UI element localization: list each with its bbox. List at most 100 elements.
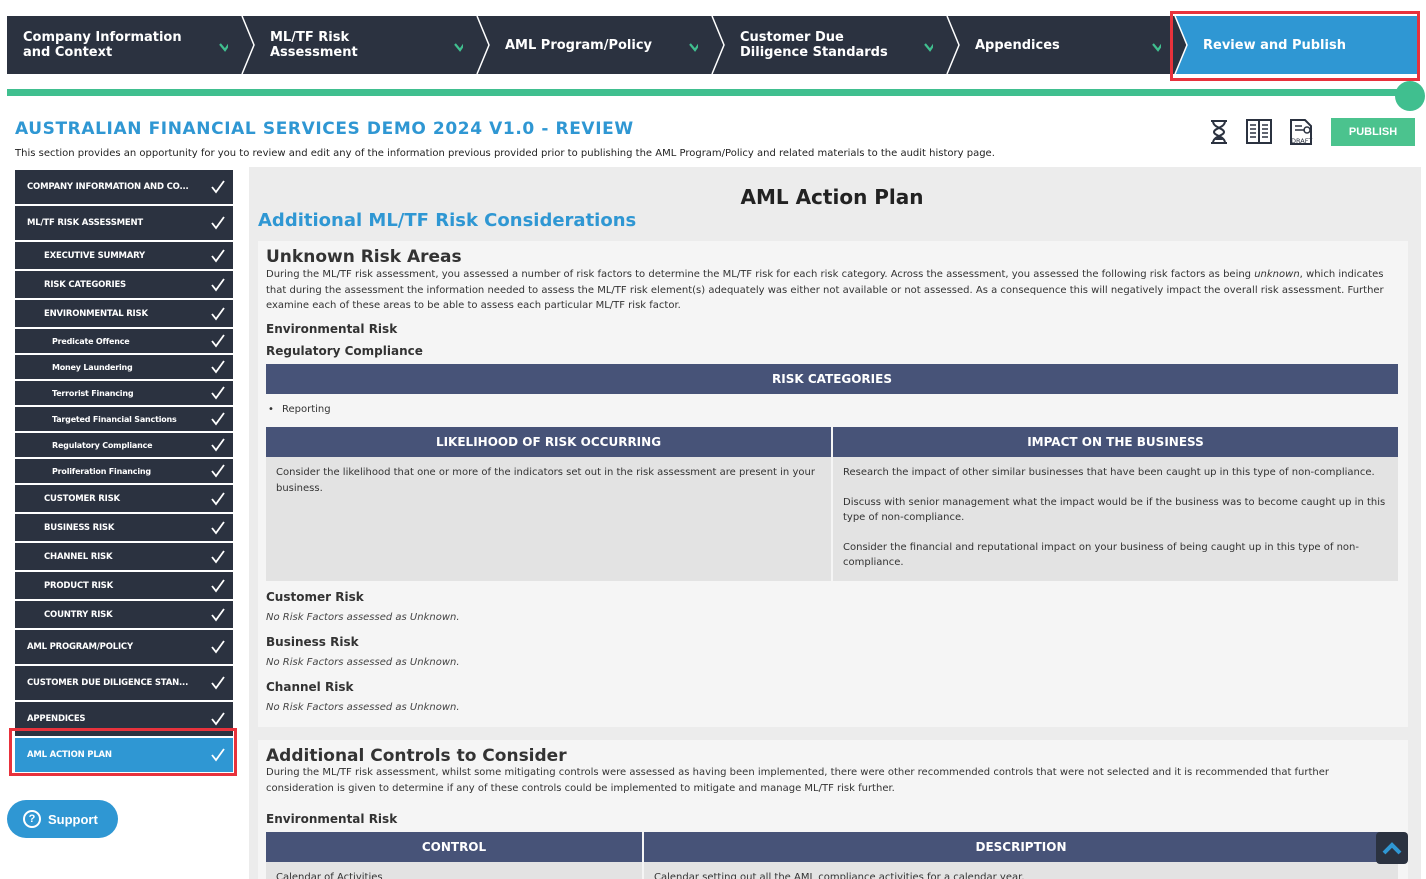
- sidebar-item-label: Predicate Offence: [52, 336, 130, 346]
- step-separator: [933, 16, 961, 74]
- impact-header: IMPACT ON THE BUSINESS: [833, 427, 1398, 457]
- support-button[interactable]: ? Support: [7, 800, 118, 838]
- checkmark-icon: [211, 277, 225, 291]
- checkmark-icon: [211, 334, 225, 348]
- checkmark-icon: [211, 549, 225, 563]
- step-separator: [228, 16, 256, 74]
- sidebar-item-9[interactable]: Targeted Financial Sanctions: [15, 407, 233, 431]
- sidebar-item-label: PRODUCT RISK: [44, 580, 113, 591]
- svg-text:DRAFT: DRAFT: [1291, 137, 1312, 145]
- controls-title: Additional Controls to Consider: [266, 746, 567, 766]
- sidebar-item-label: BUSINESS RISK: [44, 522, 115, 533]
- impact-line-1: Research the impact of other similar bus…: [843, 467, 1375, 478]
- checkmark-icon: [211, 438, 225, 452]
- sidebar-item-12[interactable]: CUSTOMER RISK: [15, 485, 233, 512]
- controls-env-heading: Environmental Risk: [266, 812, 398, 826]
- unknown-risk-title: Unknown Risk Areas: [266, 247, 462, 267]
- channel-risk-heading: Channel Risk: [266, 680, 354, 694]
- sidebar-item-7[interactable]: Money Laundering: [15, 355, 233, 379]
- draft-document-icon[interactable]: DRAFT: [1287, 118, 1315, 146]
- step-label: ML/TF Risk Assessment: [270, 30, 358, 60]
- checkmark-icon: [211, 464, 225, 478]
- sidebar-item-13[interactable]: BUSINESS RISK: [15, 514, 233, 541]
- likelihood-cell: Consider the likelihood that one or more…: [266, 457, 831, 581]
- sidebar-item-3[interactable]: EXECUTIVE SUMMARY: [15, 242, 233, 269]
- step-2[interactable]: ML/TF Risk Assessment: [242, 16, 491, 74]
- main-content: AML Action Plan Additional ML/TF Risk Co…: [249, 167, 1421, 879]
- page-description: This section provides an opportunity for…: [15, 148, 995, 159]
- sidebar-item-18[interactable]: CUSTOMER DUE DILIGENCE STAN...: [15, 666, 233, 700]
- step-5[interactable]: Appendices: [947, 16, 1189, 74]
- hourglass-icon[interactable]: [1205, 118, 1233, 146]
- likelihood-header: LIKELIHOOD OF RISK OCCURRING: [266, 427, 831, 457]
- step-label: AML Program/Policy: [505, 37, 653, 53]
- customer-risk-text: No Risk Factors assessed as Unknown.: [266, 612, 460, 623]
- checkmark-icon: [211, 306, 225, 320]
- risk-categories-header: RISK CATEGORIES: [266, 364, 1398, 394]
- document-title: AML Action Plan: [740, 185, 924, 209]
- sidebar-item-label: RISK CATEGORIES: [44, 279, 126, 290]
- controls-intro: During the ML/TF risk assessment, whilst…: [266, 767, 1330, 794]
- business-risk-heading: Business Risk: [266, 635, 359, 649]
- sidebar-item-label: EXECUTIVE SUMMARY: [44, 250, 145, 261]
- risk-category-item: Reporting: [268, 404, 331, 415]
- sidebar-item-16[interactable]: COUNTRY RISK: [15, 601, 233, 628]
- progress-indicator: [1395, 81, 1425, 111]
- checkmark-icon: [211, 712, 225, 726]
- sidebar-item-11[interactable]: Proliferation Financing: [15, 459, 233, 483]
- sidebar-nav: COMPANY INFORMATION AND CO... ML/TF RISK …: [15, 170, 233, 774]
- step-3[interactable]: AML Program/Policy: [477, 16, 726, 74]
- sidebar-item-8[interactable]: Terrorist Financing: [15, 381, 233, 405]
- active-step-highlight: [1170, 11, 1420, 81]
- sidebar-item-6[interactable]: Predicate Offence: [15, 329, 233, 353]
- sidebar-item-label: CHANNEL RISK: [44, 551, 113, 562]
- control-description-cell: Calendar setting out all the AML complia…: [644, 862, 1398, 879]
- checkmark-icon: [211, 676, 225, 690]
- section-title: Additional ML/TF Risk Considerations: [258, 210, 637, 231]
- sidebar-item-label: AML PROGRAM/POLICY: [27, 642, 133, 652]
- sidebar-item-14[interactable]: CHANNEL RISK: [15, 543, 233, 570]
- sidebar-item-label: CUSTOMER RISK: [44, 493, 120, 504]
- impact-cell: Research the impact of other similar bus…: [833, 457, 1398, 581]
- active-sidebar-highlight: [9, 728, 237, 776]
- checkmark-icon: [211, 607, 225, 621]
- sidebar-item-label: Proliferation Financing: [52, 466, 151, 476]
- step-4[interactable]: Customer Due Diligence Standards: [712, 16, 961, 74]
- control-cell: Calendar of Activities: [266, 862, 642, 879]
- sidebar-item-17[interactable]: AML PROGRAM/POLICY: [15, 630, 233, 664]
- step-1[interactable]: Company Information and Context: [7, 16, 256, 74]
- checkmark-icon: [211, 578, 225, 592]
- sidebar-item-1[interactable]: COMPANY INFORMATION AND CO...: [15, 170, 233, 204]
- sidebar-item-label: CUSTOMER DUE DILIGENCE STAN...: [27, 678, 189, 688]
- help-icon: ?: [23, 810, 41, 828]
- checkmark-icon: [211, 386, 225, 400]
- publish-button[interactable]: PUBLISH: [1331, 118, 1415, 146]
- unknown-risk-card: Unknown Risk Areas During the ML/TF risk…: [258, 241, 1408, 727]
- env-risk-heading: Environmental Risk: [266, 322, 398, 336]
- checkmark-icon: [211, 412, 225, 426]
- progress-bar: [7, 89, 1399, 96]
- unknown-risk-intro: During the ML/TF risk assessment, you as…: [266, 269, 1384, 311]
- sidebar-item-15[interactable]: PRODUCT RISK: [15, 572, 233, 599]
- control-header: CONTROL: [266, 832, 642, 862]
- sidebar-item-5[interactable]: ENVIRONMENTAL RISK: [15, 300, 233, 327]
- page-title: AUSTRALIAN FINANCIAL SERVICES DEMO 2024 …: [15, 119, 634, 139]
- customer-risk-heading: Customer Risk: [266, 590, 364, 604]
- step-label: Company Information and Context: [23, 30, 182, 60]
- sidebar-item-2[interactable]: ML/TF RISK ASSESSMENT: [15, 206, 233, 240]
- channel-risk-text: No Risk Factors assessed as Unknown.: [266, 702, 460, 713]
- step-separator: [698, 16, 726, 74]
- sidebar-item-10[interactable]: Regulatory Compliance: [15, 433, 233, 457]
- checkmark-icon: [211, 248, 225, 262]
- book-icon[interactable]: [1245, 118, 1273, 146]
- sidebar-item-label: COUNTRY RISK: [44, 609, 113, 620]
- scroll-to-top-button[interactable]: [1376, 832, 1408, 864]
- additional-controls-card: Additional Controls to Consider During t…: [258, 740, 1408, 879]
- impact-line-3: Consider the financial and reputational …: [843, 541, 1359, 569]
- description-header: DESCRIPTION: [644, 832, 1398, 862]
- sidebar-item-4[interactable]: RISK CATEGORIES: [15, 271, 233, 298]
- step-label: Customer Due Diligence Standards: [740, 30, 888, 60]
- checkmark-icon: [211, 491, 225, 505]
- business-risk-text: No Risk Factors assessed as Unknown.: [266, 657, 460, 668]
- sidebar-item-label: Terrorist Financing: [52, 388, 134, 398]
